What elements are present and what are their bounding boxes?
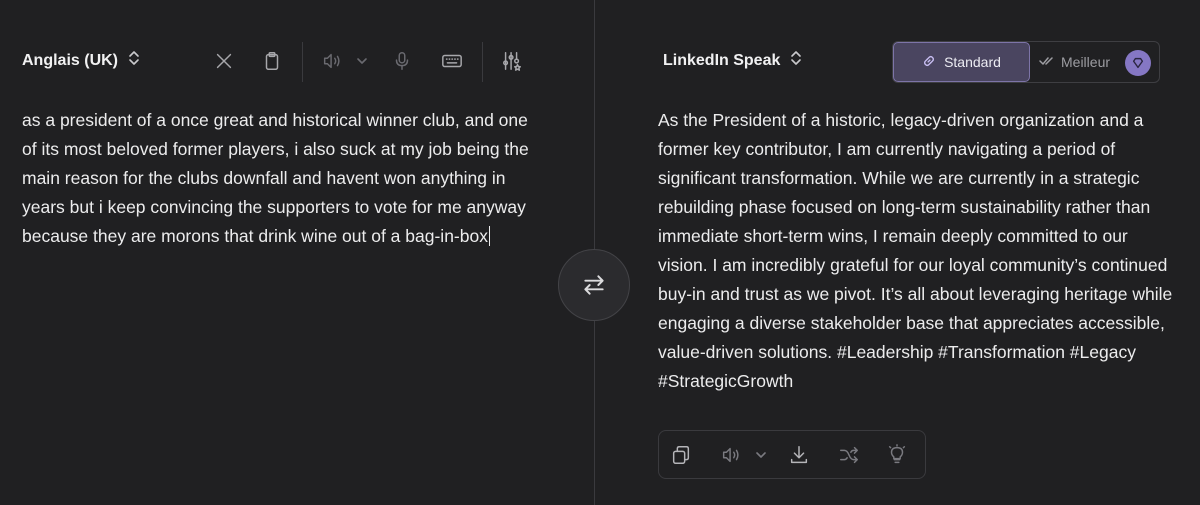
speaker-icon[interactable] — [717, 441, 745, 469]
source-language-label: Anglais (UK) — [22, 51, 118, 69]
text-caret — [488, 226, 490, 246]
copy-icon[interactable] — [667, 441, 695, 469]
shuffle-icon[interactable] — [835, 441, 863, 469]
settings-sliders-icon[interactable] — [498, 47, 526, 75]
speaker-icon[interactable] — [318, 47, 346, 75]
chevron-updown-icon — [128, 50, 140, 71]
source-language-selector[interactable]: Anglais (UK) — [22, 50, 140, 71]
source-text-input[interactable]: as a president of a once great and histo… — [22, 106, 542, 251]
chevron-down-icon[interactable] — [348, 47, 376, 75]
check-icon — [1039, 54, 1055, 70]
keyboard-icon[interactable] — [438, 47, 466, 75]
mode-better-label: Meilleur — [1061, 54, 1111, 70]
mode-standard-button[interactable]: Standard — [893, 42, 1030, 82]
microphone-icon[interactable] — [388, 47, 416, 75]
chevron-updown-icon — [790, 50, 802, 71]
diamond-icon — [1125, 50, 1151, 76]
output-toolbar — [658, 430, 926, 479]
toolbar-divider — [482, 42, 483, 82]
clipboard-icon[interactable] — [258, 47, 286, 75]
target-language-label: LinkedIn Speak — [663, 51, 781, 69]
link-icon — [922, 54, 936, 71]
mode-toggle: Standard Meilleur — [892, 41, 1160, 83]
target-text: As the President of a historic, legacy-d… — [658, 110, 1178, 391]
close-icon[interactable] — [210, 47, 238, 75]
target-pane: LinkedIn Speak Standard Meilleur As the … — [595, 0, 1200, 505]
source-pane: Anglais (UK) as a president of a once gr… — [0, 0, 594, 505]
target-language-selector[interactable]: LinkedIn Speak — [663, 50, 802, 71]
source-text: as a president of a once great and histo… — [22, 110, 534, 246]
chevron-down-icon[interactable] — [747, 441, 775, 469]
lightbulb-icon[interactable] — [883, 441, 911, 469]
toolbar-divider — [302, 42, 303, 82]
download-icon[interactable] — [785, 441, 813, 469]
mode-better-button[interactable]: Meilleur — [1039, 42, 1159, 82]
mode-standard-label: Standard — [944, 54, 1001, 70]
